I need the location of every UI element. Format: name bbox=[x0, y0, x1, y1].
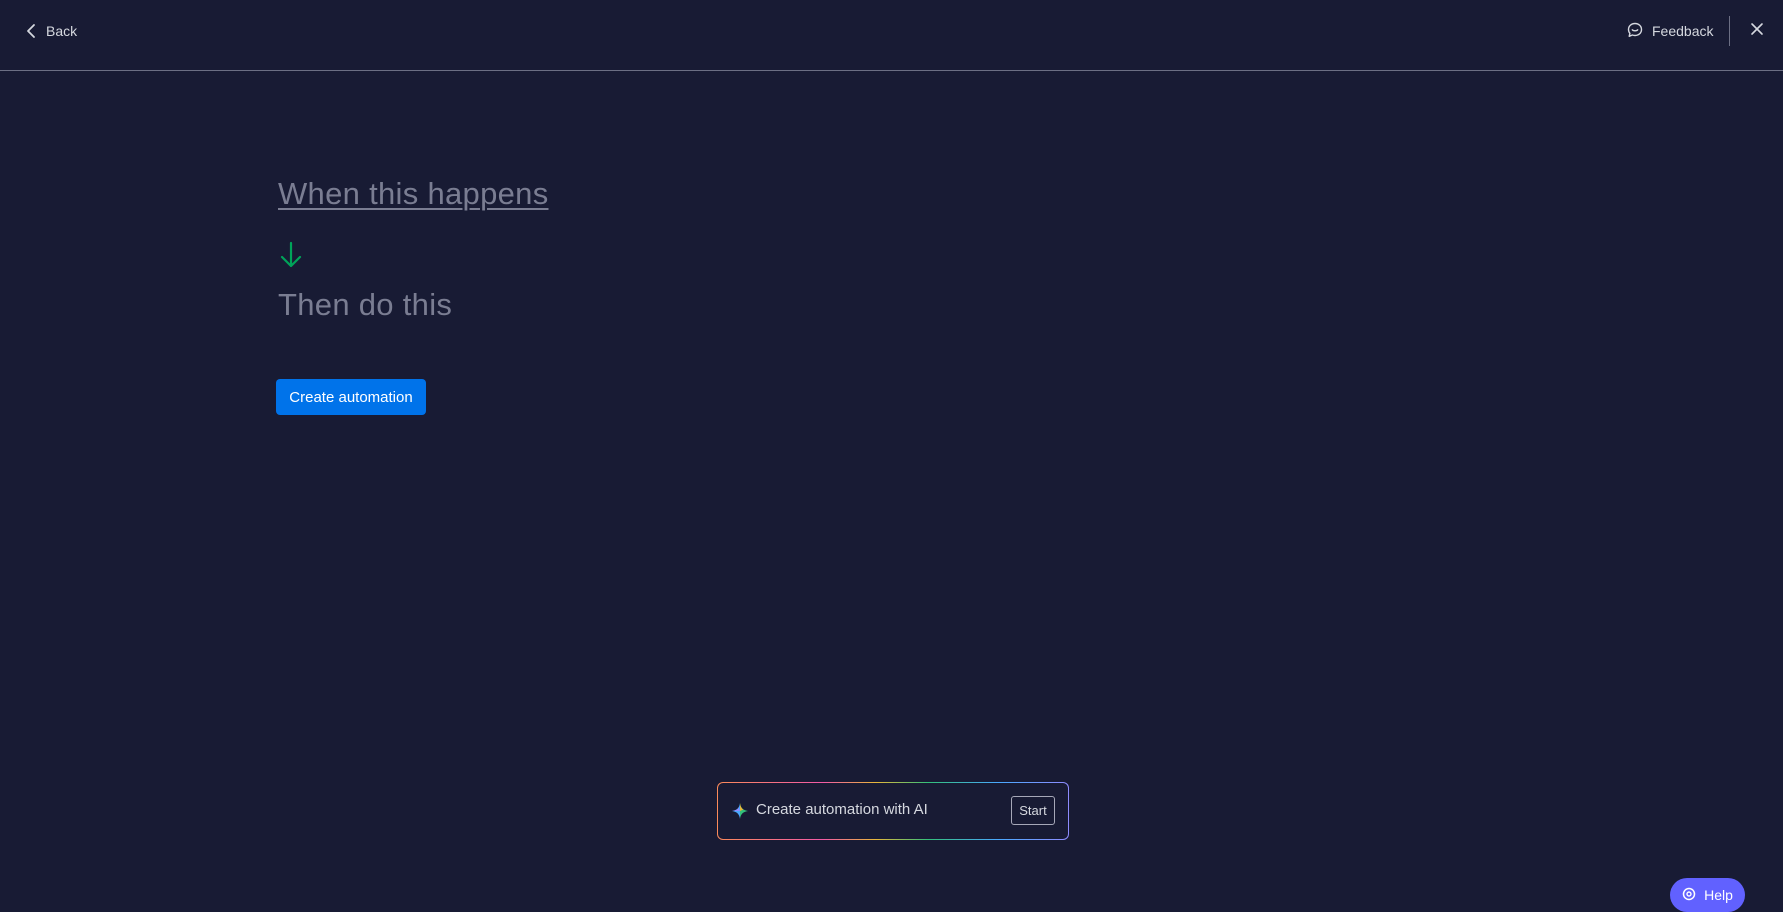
top-bar: Back Feedback bbox=[0, 0, 1783, 71]
back-label: Back bbox=[46, 23, 78, 39]
close-button[interactable] bbox=[1746, 20, 1768, 42]
help-button[interactable]: Help bbox=[1670, 878, 1745, 912]
arrow-down-icon bbox=[278, 240, 304, 270]
feedback-button[interactable]: Feedback bbox=[1626, 18, 1713, 44]
close-icon bbox=[1750, 22, 1764, 41]
help-icon bbox=[1682, 887, 1696, 904]
ai-automation-prompt[interactable]: Create automation with AI Start bbox=[717, 782, 1069, 840]
trigger-selector[interactable]: When this happens bbox=[278, 176, 549, 212]
action-placeholder: Then do this bbox=[278, 287, 453, 322]
sparkle-icon bbox=[731, 802, 749, 820]
help-label: Help bbox=[1704, 887, 1733, 903]
ai-prompt-inner: Create automation with AI Start bbox=[718, 783, 1068, 839]
chevron-left-icon bbox=[24, 23, 38, 39]
chat-bubble-icon bbox=[1626, 21, 1644, 42]
back-button[interactable]: Back bbox=[24, 18, 77, 44]
ai-prompt-label: Create automation with AI bbox=[756, 801, 928, 818]
start-button[interactable]: Start bbox=[1011, 796, 1055, 825]
header-divider bbox=[1729, 16, 1730, 46]
create-automation-button[interactable]: Create automation bbox=[276, 379, 426, 415]
feedback-label: Feedback bbox=[1652, 23, 1714, 39]
